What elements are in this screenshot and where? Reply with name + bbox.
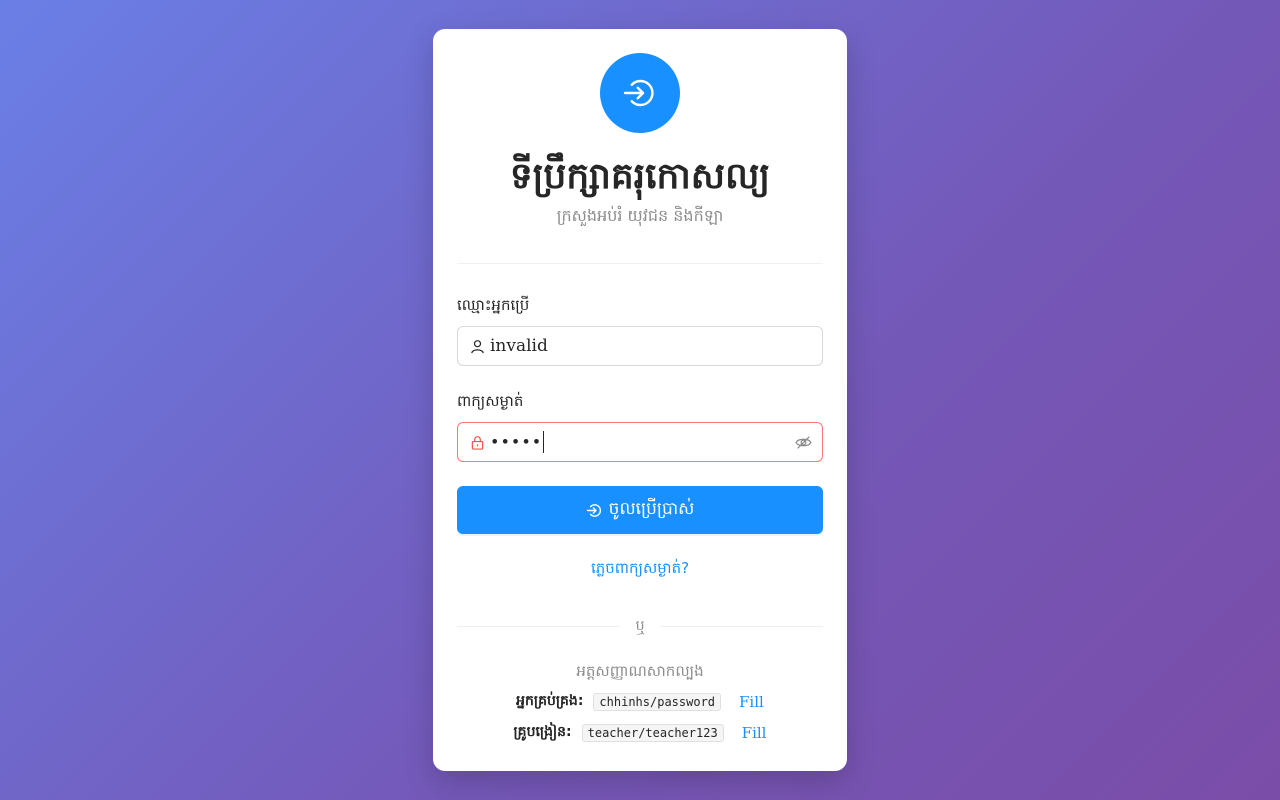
forgot-password-link[interactable]: ភ្លេចពាក្យសម្ងាត់?: [457, 558, 823, 578]
lock-icon: [470, 434, 486, 450]
password-field[interactable]: •••••: [457, 422, 823, 462]
demo-label-teacher: គ្រូបង្រៀន:: [513, 724, 572, 740]
page-subtitle: ក្រសួងអប់រំ យុវជន និងកីឡា: [556, 206, 724, 225]
demo-label-admin: អ្នកគ្រប់គ្រង:: [516, 693, 584, 709]
login-button[interactable]: ចូលប្រើប្រាស់: [457, 486, 823, 534]
demo-row-teacher: គ្រូបង្រៀន: teacher/teacher123 Fill: [457, 722, 823, 743]
login-button-label: ចូលប្រើប្រាស់: [608, 498, 695, 519]
demo-credentials-admin: chhinhs/password: [593, 692, 722, 711]
username-label: ឈ្មោះអ្នកប្រើ: [457, 296, 530, 314]
password-input[interactable]: •••••: [490, 431, 794, 453]
demo-row-admin: អ្នកគ្រប់គ្រង: chhinhs/password Fill: [457, 691, 823, 712]
password-label: ពាក្យសម្ងាត់: [457, 392, 524, 410]
demo-credentials-teacher: teacher/teacher123: [581, 723, 724, 742]
logo: [600, 53, 680, 133]
login-icon: [623, 79, 654, 107]
fill-admin-button[interactable]: Fill: [739, 693, 764, 711]
login-card: ទីប្រឹក្សាគរុកោសល្យ ក្រសួងអប់រំ យុវជន និ…: [433, 29, 847, 771]
header-divider: [457, 263, 823, 264]
or-divider: ឬ: [457, 616, 824, 637]
username-field[interactable]: invalid: [457, 326, 823, 366]
demo-credentials-title: អត្តសញ្ញាណសាកល្បង: [576, 662, 704, 680]
eye-invisible-icon[interactable]: [794, 433, 812, 451]
username-input[interactable]: invalid: [490, 336, 812, 356]
or-text: ឬ: [635, 618, 645, 634]
page-title: ទីប្រឹក្សាគរុកោសល្យ: [509, 155, 771, 197]
fill-teacher-button[interactable]: Fill: [742, 724, 767, 742]
login-icon: [586, 503, 601, 517]
user-icon: [470, 338, 486, 354]
